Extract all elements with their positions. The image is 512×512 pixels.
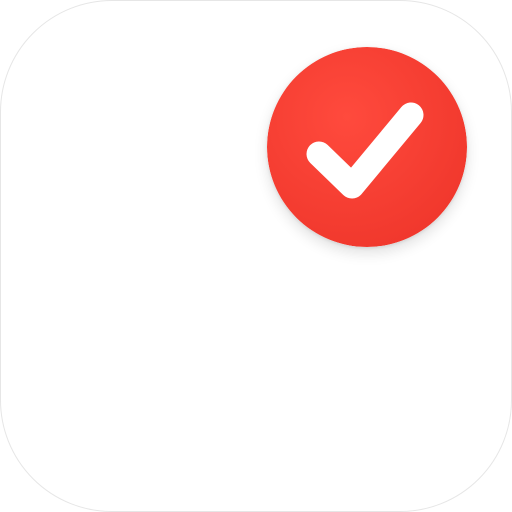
badge-circle <box>267 47 467 247</box>
app-icon-tile[interactable] <box>0 0 512 512</box>
checkmark-icon <box>267 47 467 247</box>
check-badge <box>267 47 467 247</box>
